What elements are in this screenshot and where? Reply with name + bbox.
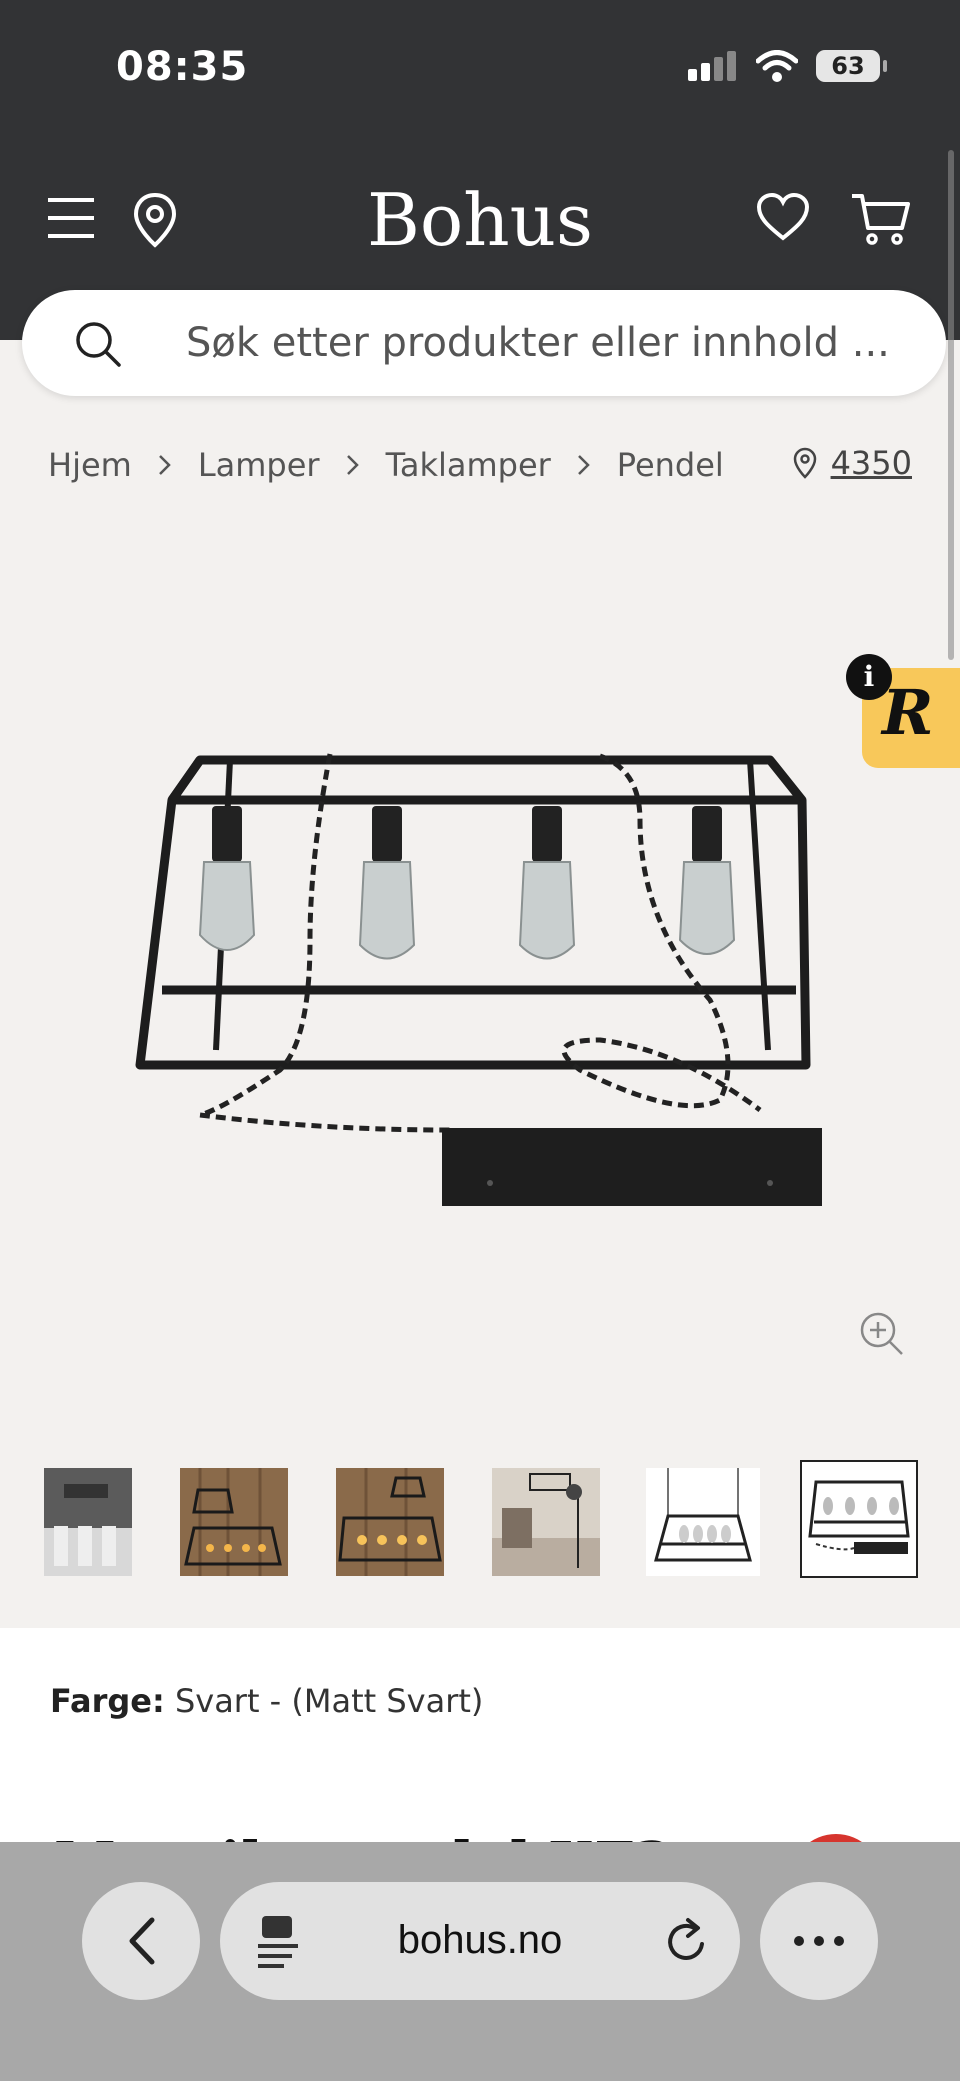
status-icons: 63 [686, 50, 887, 82]
search-input[interactable]: Søk etter produkter eller innhold ... [186, 320, 890, 366]
color-label: Farge: [50, 1682, 165, 1720]
zoom-in-icon[interactable] [858, 1310, 906, 1358]
heart-icon[interactable] [756, 192, 810, 242]
top-header: 08:35 63 Bohus [0, 0, 960, 340]
more-icon [794, 1936, 844, 1946]
battery-indicator: 63 [816, 50, 887, 82]
breadcrumb-item-taklamper[interactable]: Taklamper [386, 446, 551, 484]
signal-icon [688, 51, 736, 81]
color-value: Svart - (Matt Svart) [174, 1682, 484, 1720]
thumbnail-strip [0, 1458, 960, 1578]
breadcrumb-item-hjem[interactable]: Hjem [48, 446, 132, 484]
thumbnail-5[interactable] [646, 1468, 760, 1576]
color-selection[interactable]: Farge: Svart - (Matt Svart) [50, 1682, 483, 1720]
thumbnail-2[interactable] [180, 1468, 288, 1576]
chevron-right-icon [346, 454, 360, 476]
search-icon [76, 322, 121, 367]
breadcrumb-item-pendel[interactable]: Pendel [617, 446, 724, 484]
chevron-left-icon [129, 1917, 155, 1965]
browser-toolbar: bohus.no [0, 1842, 960, 2081]
reload-icon[interactable] [664, 1916, 710, 1966]
breadcrumb: Hjem Lamper Taklamper Pendel [48, 446, 724, 484]
wifi-icon [756, 50, 798, 82]
scrollbar[interactable] [948, 150, 954, 660]
bohus-logo[interactable]: Bohus [0, 178, 960, 262]
status-time: 08:35 [116, 44, 249, 90]
thumbnail-1[interactable] [44, 1468, 132, 1576]
thumbnail-3[interactable] [336, 1468, 444, 1576]
breadcrumb-item-lamper[interactable]: Lamper [198, 446, 320, 484]
location-pin-icon [793, 447, 816, 479]
thumbnail-4[interactable] [492, 1468, 600, 1576]
chevron-right-icon [577, 454, 591, 476]
store-postcode[interactable]: 4350 [831, 444, 912, 482]
back-button[interactable] [82, 1882, 200, 2000]
thumbnail-6-selected[interactable] [800, 1460, 918, 1578]
url-text: bohus.no [397, 1918, 563, 1962]
address-bar[interactable]: bohus.no [220, 1882, 740, 2000]
store-location[interactable]: 4350 [793, 444, 912, 482]
info-icon[interactable]: i [846, 654, 892, 700]
more-button[interactable] [760, 1882, 878, 2000]
chevron-right-icon [158, 454, 172, 476]
cart-icon[interactable] [850, 192, 912, 246]
product-image[interactable] [120, 740, 840, 1230]
search-bar[interactable]: Søk etter produkter eller innhold ... [22, 290, 946, 396]
